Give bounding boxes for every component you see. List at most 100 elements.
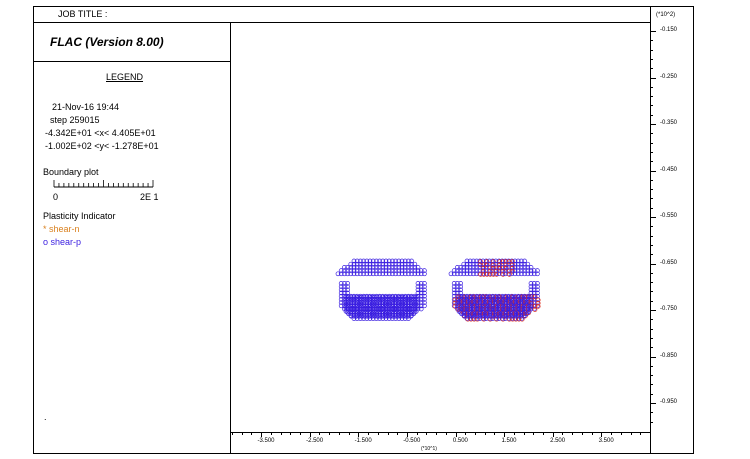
- x-minor-tick: [543, 433, 545, 435]
- y-minor-tick: [651, 403, 653, 404]
- y-minor-tick: [651, 356, 653, 358]
- y-minor-tick: [651, 207, 653, 209]
- y-minor-tick: [651, 235, 653, 237]
- x-minor-tick: [377, 433, 379, 435]
- x-minor-tick: [309, 433, 311, 437]
- x-minor-tick: [484, 433, 486, 435]
- x-minor-tick: [261, 433, 263, 437]
- x-minor-tick: [241, 433, 243, 435]
- y-tick-label: -0.950: [660, 399, 678, 405]
- y-tick-label: -0.150: [660, 27, 678, 33]
- x-minor-tick: [348, 433, 350, 435]
- x-minor-tick: [416, 433, 418, 435]
- y-minor-tick: [651, 133, 653, 135]
- y-minor-tick: [651, 375, 653, 377]
- y-minor-tick: [651, 189, 653, 191]
- x-minor-tick: [552, 433, 554, 437]
- y-minor-tick: [651, 198, 653, 200]
- program-title: FLAC (Version 8.00): [50, 35, 164, 49]
- x-tick-label: 1.500: [501, 438, 517, 444]
- scale-left-label: 0: [53, 192, 59, 202]
- y-minor-tick: [651, 421, 653, 423]
- x-minor-tick: [640, 433, 642, 435]
- x-minor-tick: [455, 433, 457, 437]
- x-minor-tick: [601, 433, 603, 437]
- y-minor-tick: [651, 254, 653, 256]
- y-minor-tick: [651, 226, 653, 228]
- y-minor-tick: [651, 124, 653, 125]
- y-minor-tick: [651, 96, 653, 98]
- x-minor-tick: [475, 433, 476, 435]
- y-minor-tick: [651, 58, 653, 60]
- legend-shear-p: o shear-p: [43, 237, 82, 247]
- x-tick-label: 0.500: [452, 438, 468, 444]
- x-minor-tick: [270, 433, 272, 435]
- y-minor-tick: [651, 105, 653, 107]
- legend-x-range: -4.342E+01 <x< 4.405E+01: [45, 128, 156, 138]
- y-minor-tick: [651, 272, 653, 274]
- y-minor-tick: [651, 31, 653, 32]
- x-minor-tick: [251, 433, 253, 435]
- x-minor-tick: [319, 433, 321, 435]
- x-tick-label: -3.500: [257, 438, 275, 444]
- y-minor-tick: [651, 347, 653, 349]
- job-title-label: JOB TITLE :: [58, 9, 108, 19]
- legend-dot: .: [44, 412, 47, 422]
- y-minor-tick: [651, 151, 653, 153]
- y-minor-tick: [651, 170, 653, 172]
- y-minor-tick: [651, 328, 653, 330]
- x-minor-tick: [620, 433, 622, 435]
- x-minor-tick: [445, 433, 447, 435]
- plasticity-plot: * * * * * * * * * * * * * ** * * * * * * * * * * * * ** * * * * * * * * * * *…: [335, 258, 541, 322]
- legend-y-range: -1.002E+02 <y< -1.278E+01: [45, 141, 159, 151]
- x-minor-tick: [581, 433, 583, 435]
- x-minor-tick: [436, 433, 438, 435]
- y-tick-label: -0.650: [660, 259, 678, 266]
- x-minor-tick: [368, 433, 370, 435]
- x-minor-tick: [572, 433, 574, 435]
- y-tick-label: -0.250: [660, 73, 678, 80]
- x-minor-tick: [232, 433, 233, 435]
- y-minor-tick: [651, 86, 653, 88]
- x-minor-tick: [426, 433, 428, 435]
- y-minor-tick: [651, 40, 653, 42]
- y-minor-tick: [651, 291, 653, 293]
- x-axis-multiplier: (*10^1): [421, 446, 437, 452]
- plasticity-indicator-label: Plasticity Indicator: [43, 211, 116, 221]
- y-minor-tick: [651, 244, 653, 246]
- y-tick-label: -0.450: [660, 166, 678, 173]
- x-minor-tick: [465, 433, 467, 435]
- y-minor-tick: [651, 393, 653, 395]
- y-minor-tick: [651, 68, 653, 70]
- x-tick-label: -0.500: [403, 438, 421, 444]
- legend-date-time: 21-Nov-16 19:44: [52, 102, 120, 112]
- y-axis-multiplier: (*10^2): [656, 12, 676, 18]
- y-minor-tick: [651, 179, 653, 181]
- y-minor-tick: [651, 337, 653, 339]
- x-minor-tick: [611, 433, 613, 435]
- x-minor-tick: [290, 433, 292, 435]
- x-tick-label: 3.500: [598, 438, 614, 444]
- y-tick-label: -0.850: [660, 352, 678, 359]
- legend-heading: LEGEND: [106, 72, 144, 82]
- y-minor-tick: [651, 319, 653, 321]
- y-minor-tick: [651, 49, 653, 51]
- x-minor-tick: [523, 433, 525, 435]
- x-minor-tick: [562, 433, 564, 435]
- y-tick-label: -0.350: [660, 120, 678, 126]
- x-minor-tick: [406, 433, 408, 437]
- y-minor-tick: [651, 161, 653, 163]
- y-minor-tick: [651, 310, 653, 311]
- y-minor-tick: [651, 412, 653, 414]
- y-minor-tick: [651, 263, 653, 265]
- y-minor-tick: [651, 114, 653, 116]
- x-tick-label: -1.500: [354, 438, 372, 444]
- y-minor-tick: [651, 384, 653, 386]
- x-minor-tick: [591, 433, 593, 435]
- scale-right-label: 2E 1: [140, 192, 159, 202]
- x-minor-tick: [504, 433, 506, 437]
- x-tick-label: -2.500: [306, 438, 324, 444]
- x-minor-tick: [494, 433, 496, 435]
- x-minor-tick: [300, 433, 302, 435]
- y-tick-label: -0.750: [660, 306, 678, 312]
